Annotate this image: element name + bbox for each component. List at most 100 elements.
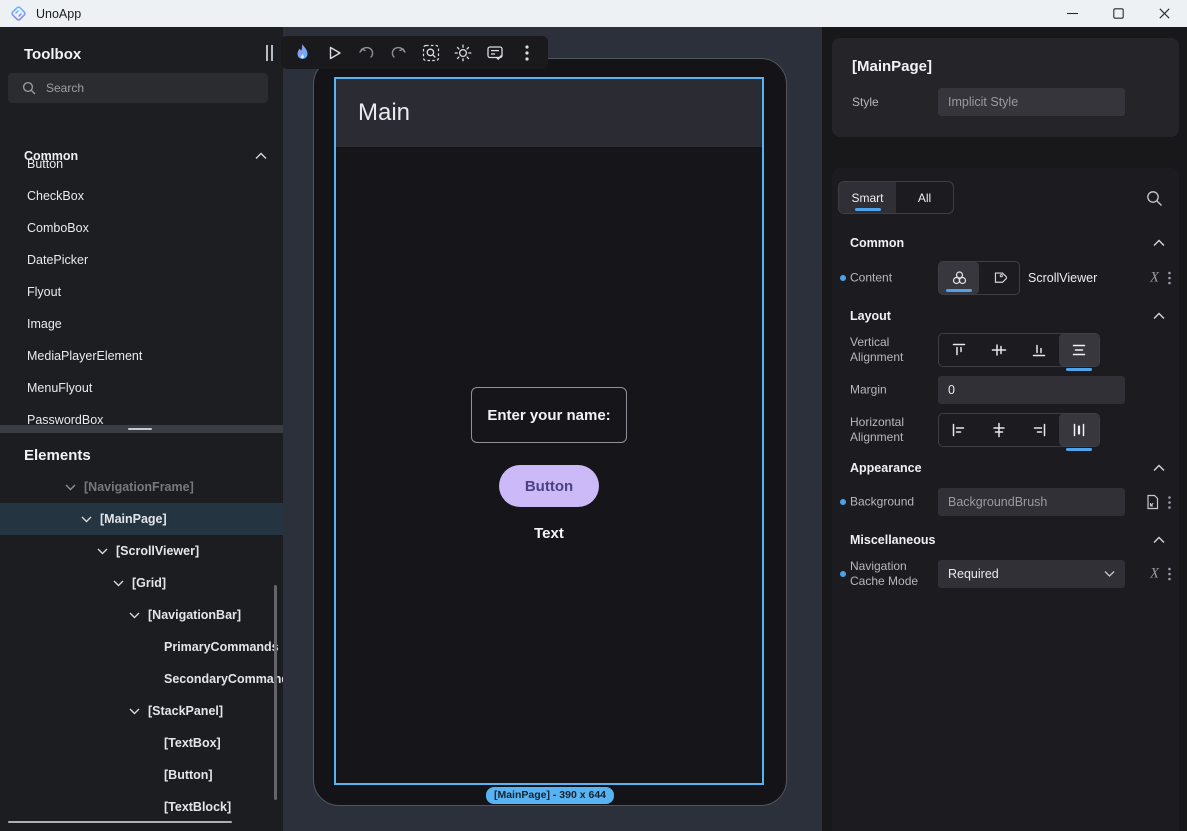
align-top-icon[interactable] [939, 334, 979, 366]
properties-search-icon[interactable] [1146, 190, 1163, 207]
section-common[interactable]: Common [850, 234, 1165, 252]
margin-row: Margin 0 [832, 376, 1179, 404]
page-title: Main [358, 99, 410, 127]
chevron-up-icon [1153, 536, 1165, 544]
tree-item-stackpanel[interactable]: [StackPanel] [0, 695, 283, 727]
panel-splitter[interactable] [0, 425, 283, 433]
content-mode-toggle [938, 261, 1020, 295]
tab-smart[interactable]: Smart [839, 182, 896, 213]
toolbox-search[interactable] [8, 73, 268, 103]
hot-reload-flame-icon[interactable] [293, 43, 312, 62]
tree-item-grid[interactable]: [Grid] [0, 567, 283, 599]
horizontal-alignment-row: Horizontal Alignment [832, 414, 1179, 446]
navigation-cache-mode-dropdown[interactable]: Required [938, 560, 1125, 588]
chevron-up-icon [1153, 464, 1165, 472]
align-center-horizontal-icon[interactable] [979, 414, 1019, 446]
section-appearance[interactable]: Appearance [850, 459, 1165, 477]
tab-all[interactable]: All [896, 182, 953, 213]
align-left-icon[interactable] [939, 414, 979, 446]
active-tab-indicator [855, 208, 881, 211]
play-icon[interactable] [325, 43, 344, 62]
title-bar: UnoApp [0, 0, 1187, 27]
navigation-bar-preview[interactable]: Main [336, 79, 762, 147]
markup-extension-icon[interactable]: X [1150, 270, 1159, 287]
toolbox-item-mediaplayerelement[interactable]: MediaPlayerElement [27, 349, 142, 363]
search-input[interactable] [46, 81, 246, 95]
properties-card: Smart All Common Content [832, 168, 1179, 831]
left-panel: Toolbox Common Button CheckBox ComboBox … [0, 27, 283, 831]
toolbar-drag-handle[interactable] [266, 45, 273, 61]
stretch-vertical-icon[interactable] [1059, 334, 1099, 366]
style-field[interactable]: Implicit Style [938, 88, 1125, 116]
resource-icon[interactable] [1145, 494, 1159, 510]
navigation-cache-mode-label: Navigation Cache Mode [850, 559, 936, 589]
form-validation-icon[interactable] [485, 43, 504, 62]
background-field[interactable]: BackgroundBrush [938, 488, 1125, 516]
selected-element-card: [MainPage] Style Implicit Style [832, 38, 1179, 137]
property-options-icon[interactable] [1168, 272, 1171, 285]
tree-vertical-scrollbar[interactable] [274, 585, 277, 800]
toolbox-item-button[interactable]: Button [27, 157, 63, 171]
more-options-icon[interactable] [517, 43, 536, 62]
tree-item-scrollviewer[interactable]: [ScrollViewer] [0, 535, 283, 567]
toolbox-item-menuflyout[interactable]: MenuFlyout [27, 381, 92, 395]
visual-tree-icon [951, 270, 968, 286]
close-button[interactable] [1141, 0, 1187, 27]
element-inspector-icon[interactable] [421, 43, 440, 62]
button-preview[interactable]: Button [499, 465, 599, 507]
tag-toggle[interactable] [979, 262, 1019, 294]
stretch-horizontal-icon[interactable] [1059, 414, 1099, 446]
horizontal-alignment-toggle [938, 413, 1100, 447]
chevron-down-icon [129, 708, 140, 715]
maximize-button[interactable] [1095, 0, 1141, 27]
section-miscellaneous[interactable]: Miscellaneous [850, 531, 1165, 549]
visual-tree-toggle[interactable] [939, 262, 979, 294]
tree-item-secondarycommands[interactable]: SecondaryCommands [0, 663, 283, 695]
toolbox-item-flyout[interactable]: Flyout [27, 285, 61, 299]
selected-element-title: [MainPage] [852, 58, 932, 75]
textblock-preview[interactable]: Text [534, 525, 564, 542]
margin-label: Margin [850, 383, 936, 398]
section-layout[interactable]: Layout [850, 307, 1165, 325]
horizontal-alignment-label: Horizontal Alignment [850, 415, 936, 445]
dropdown-chevron-icon [1104, 571, 1115, 578]
selection-size-badge: [MainPage] - 390 x 644 [486, 787, 614, 804]
tree-item-textbox[interactable]: [TextBox] [0, 727, 283, 759]
tag-icon [991, 270, 1007, 286]
markup-extension-icon[interactable]: X [1150, 566, 1159, 583]
tree-item-button[interactable]: [Button] [0, 759, 283, 791]
window-title: UnoApp [36, 7, 81, 21]
property-options-icon[interactable] [1168, 568, 1171, 581]
elements-title: Elements [24, 447, 91, 464]
design-toolbar [266, 36, 548, 69]
chevron-down-icon [113, 580, 124, 587]
properties-panel: [MainPage] Style Implicit Style Smart Al… [822, 27, 1187, 831]
tree-item-textblock[interactable]: [TextBlock] [0, 791, 283, 823]
modified-indicator [840, 499, 846, 505]
tree-item-mainpage[interactable]: [MainPage] [0, 503, 283, 535]
toolbox-item-checkbox[interactable]: CheckBox [27, 189, 84, 203]
vertical-alignment-toggle [938, 333, 1100, 367]
mainpage-preview[interactable]: Main Enter your name: Button Text [334, 77, 764, 785]
minimize-button[interactable] [1049, 0, 1095, 27]
property-tabs: Smart All [838, 181, 954, 214]
theme-toggle-icon[interactable] [453, 43, 472, 62]
undo-icon[interactable] [357, 43, 376, 62]
textbox-preview[interactable]: Enter your name: [471, 387, 627, 443]
margin-field[interactable]: 0 [938, 376, 1125, 404]
tree-item-navigationbar[interactable]: [NavigationBar] [0, 599, 283, 631]
background-label: Background [850, 495, 936, 510]
align-center-vertical-icon[interactable] [979, 334, 1019, 366]
uno-logo-icon [10, 5, 27, 22]
toolbox-item-datepicker[interactable]: DatePicker [27, 253, 88, 267]
tree-horizontal-scrollbar[interactable] [8, 821, 232, 823]
align-bottom-icon[interactable] [1019, 334, 1059, 366]
property-options-icon[interactable] [1168, 496, 1171, 509]
redo-icon[interactable] [389, 43, 408, 62]
search-icon [22, 81, 36, 95]
align-right-icon[interactable] [1019, 414, 1059, 446]
toolbox-item-image[interactable]: Image [27, 317, 62, 331]
tree-item-navigationframe[interactable]: [NavigationFrame] [0, 471, 283, 503]
tree-item-primarycommands[interactable]: PrimaryCommands [0, 631, 283, 663]
toolbox-item-combobox[interactable]: ComboBox [27, 221, 89, 235]
